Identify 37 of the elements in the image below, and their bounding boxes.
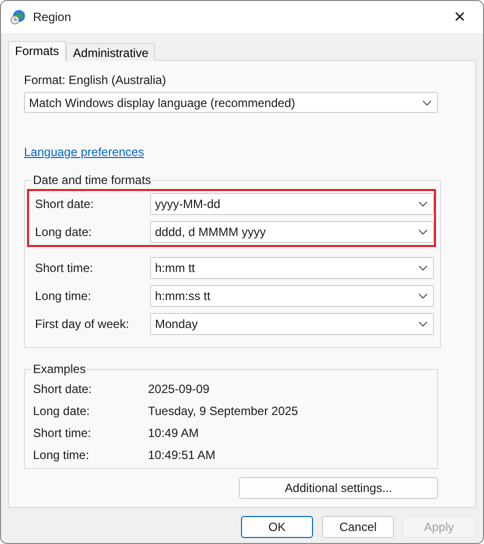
caret-icon (418, 293, 428, 299)
window-title: Region (33, 10, 72, 24)
additional-settings-button[interactable]: Additional settings... (239, 477, 438, 499)
example-label: Long time: (33, 448, 90, 462)
caret-icon (418, 201, 428, 207)
dialog-button[interactable]: OK (241, 516, 313, 538)
close-button[interactable]: ✕ (437, 1, 483, 33)
tab[interactable]: Formats (8, 41, 66, 61)
format-dropdown[interactable]: Match Windows display language (recommended) (24, 92, 438, 113)
tab[interactable]: Administrative (66, 43, 156, 61)
dialog-button[interactable]: Cancel (322, 516, 394, 538)
globe-clock-icon (10, 9, 26, 25)
field-label: Long time: (35, 289, 92, 303)
format-dropdown[interactable]: dddd, d MMMM yyyy (150, 221, 434, 243)
field-label: Short time: (35, 261, 94, 275)
group-title: Examples (32, 362, 87, 376)
example-label: Short time: (33, 426, 92, 440)
caret-icon (418, 229, 428, 235)
format-dropdown[interactable]: h:mm:ss tt (150, 285, 434, 307)
example-label: Short date: (33, 382, 93, 396)
example-value: 10:49 AM (148, 426, 199, 440)
caret-icon (422, 100, 432, 106)
format-dropdown[interactable]: h:mm tt (150, 257, 434, 279)
format-dropdown[interactable]: yyyy-MM-dd (150, 193, 434, 215)
caret-icon (418, 265, 428, 271)
field-label: First day of week: (35, 317, 130, 331)
format-dropdown[interactable]: Monday (150, 313, 434, 335)
example-value: Tuesday, 9 September 2025 (148, 404, 298, 418)
group-title: Date and time formats (32, 173, 152, 187)
example-label: Long date: (33, 404, 91, 418)
field-label: Long date: (35, 225, 93, 239)
example-value: 2025-09-09 (148, 382, 210, 396)
field-label: Short date: (35, 197, 95, 211)
format-label: Format: English (Australia) (24, 73, 168, 87)
example-value: 10:49:51 AM (148, 448, 216, 462)
caret-icon (418, 321, 428, 327)
language-preferences-link[interactable]: Language preferences (24, 145, 144, 159)
